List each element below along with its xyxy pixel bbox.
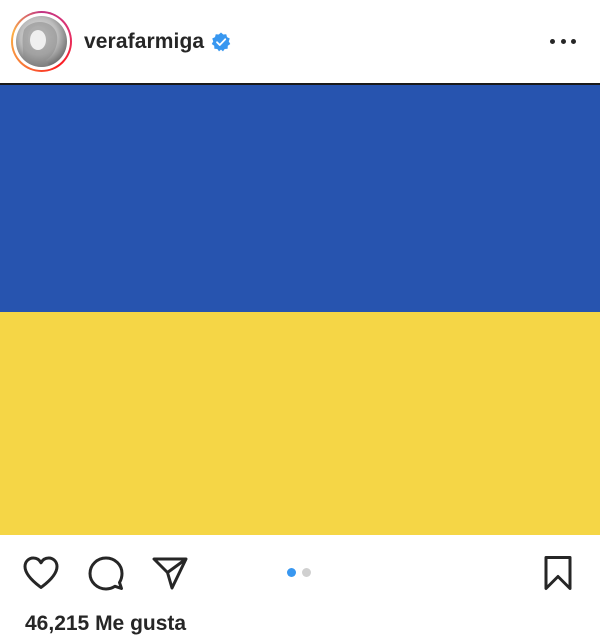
carousel-dot[interactable]: [302, 568, 311, 577]
verified-badge-icon: [211, 32, 231, 52]
username-row: verafarmiga: [84, 28, 231, 56]
flag-yellow-stripe: [0, 312, 600, 535]
bookmark-icon: [544, 556, 572, 590]
carousel-dot-active[interactable]: [287, 568, 296, 577]
comment-button[interactable]: [88, 555, 124, 591]
save-button[interactable]: [542, 555, 574, 591]
more-horizontal-icon: [550, 38, 555, 44]
heart-icon: [23, 556, 59, 589]
avatar-story-ring[interactable]: [11, 11, 72, 72]
likes-count[interactable]: 46,215 Me gusta: [25, 612, 186, 636]
carousel-indicator: [287, 568, 311, 577]
more-options-button[interactable]: [550, 30, 576, 52]
share-button[interactable]: [152, 556, 188, 590]
post-image[interactable]: [0, 85, 600, 535]
comment-icon: [88, 556, 124, 591]
like-button[interactable]: [22, 555, 60, 591]
post-header: verafarmiga: [0, 0, 600, 83]
share-icon: [152, 557, 188, 590]
username[interactable]: verafarmiga: [84, 30, 204, 54]
instagram-post: verafarmiga 46,215 Me gusta: [0, 0, 600, 641]
action-bar: [0, 535, 600, 611]
avatar[interactable]: [16, 16, 67, 67]
avatar-portrait-icon: [22, 22, 58, 67]
flag-blue-stripe: [0, 85, 600, 312]
